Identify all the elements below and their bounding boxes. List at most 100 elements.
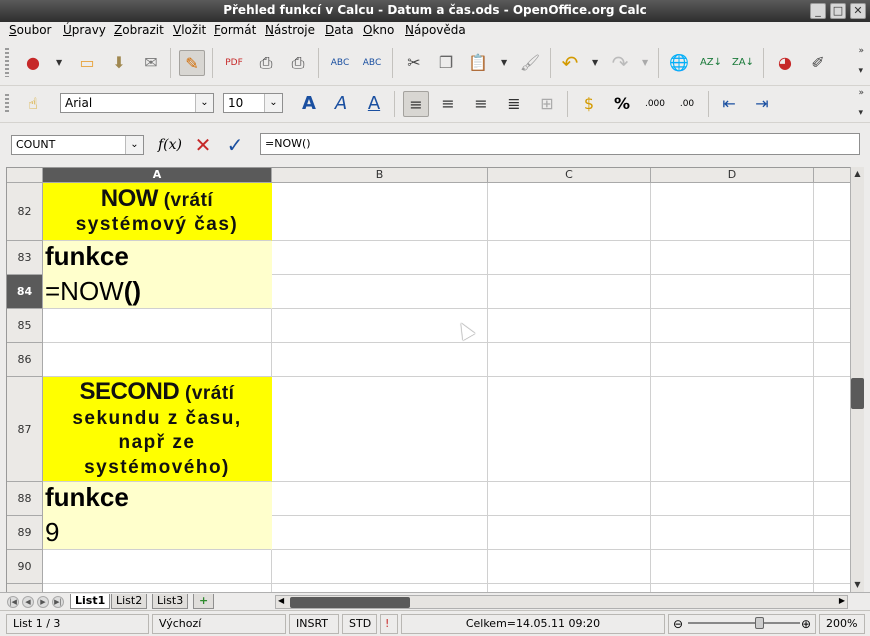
cell-d89[interactable] xyxy=(651,516,814,550)
cell-e82[interactable] xyxy=(814,183,850,241)
row-header-90[interactable]: 90 xyxy=(7,550,43,584)
horizontal-scroll-thumb[interactable] xyxy=(290,597,410,608)
sheet-tab-list2[interactable]: List2 xyxy=(111,594,148,609)
cell-b83[interactable] xyxy=(272,241,488,275)
paste-dropdown-icon[interactable]: ▼ xyxy=(501,58,507,67)
chevron-down-icon[interactable]: ⌄ xyxy=(195,94,213,112)
column-header-e[interactable] xyxy=(814,168,850,183)
menu-upravy[interactable]: Úpravy xyxy=(63,23,106,37)
cell-c85[interactable] xyxy=(488,309,651,343)
sheet-tab-list1[interactable]: List1 xyxy=(70,594,111,609)
cancel-icon[interactable]: ✕ xyxy=(190,132,216,158)
toolbar-overflow-icon[interactable]: » ▾ xyxy=(858,88,864,118)
vertical-scroll-thumb[interactable] xyxy=(851,378,864,409)
menu-nastroje[interactable]: Nástroje xyxy=(265,23,315,37)
row-header-89[interactable]: 89 xyxy=(7,516,43,550)
bold-icon[interactable]: A xyxy=(296,91,322,117)
row-header-82[interactable]: 82 xyxy=(7,183,43,241)
hyperlink-icon[interactable]: 🌐 xyxy=(666,50,692,76)
zoom-level[interactable]: 200% xyxy=(819,614,865,634)
cell-e86[interactable] xyxy=(814,343,850,377)
cell-a90[interactable] xyxy=(43,550,272,584)
cell-e88[interactable] xyxy=(814,482,850,516)
row-header-83[interactable]: 83 xyxy=(7,241,43,275)
cell-a83[interactable]: funkce xyxy=(43,241,272,275)
cell-e91[interactable] xyxy=(814,584,850,592)
menu-vlozit[interactable]: Vložit xyxy=(173,23,206,37)
close-window-button[interactable]: ✕ xyxy=(850,3,866,19)
horizontal-scrollbar[interactable]: ◀ ▶ xyxy=(275,595,848,609)
cell-c82[interactable] xyxy=(488,183,651,241)
redo-dropdown-icon[interactable]: ▼ xyxy=(642,58,648,67)
cell-a84[interactable]: =NOW() xyxy=(43,275,272,309)
zoom-slider-track[interactable] xyxy=(688,622,800,624)
cell-a88[interactable]: funkce xyxy=(43,482,272,516)
insert-mode[interactable]: INSRT xyxy=(289,614,339,634)
decrease-indent-icon[interactable]: ⇤ xyxy=(716,91,742,117)
page-style[interactable]: Výchozí xyxy=(152,614,286,634)
vertical-scrollbar[interactable]: ▲ ▼ xyxy=(850,167,864,592)
maximize-button[interactable]: □ xyxy=(830,3,846,19)
spellcheck-icon[interactable]: ABC xyxy=(327,50,353,76)
cell-d83[interactable] xyxy=(651,241,814,275)
print-preview-icon[interactable]: ⎙ xyxy=(285,50,311,76)
formula-input[interactable]: =NOW() xyxy=(260,133,860,155)
font-size-combo[interactable]: 10 ⌄ xyxy=(223,93,283,113)
undo-dropdown-icon[interactable]: ▼ xyxy=(592,58,598,67)
scroll-up-icon[interactable]: ▲ xyxy=(851,167,864,181)
sort-descending-icon[interactable]: ZA↓ xyxy=(730,50,756,76)
draw-functions-icon[interactable]: ✐ xyxy=(805,50,831,76)
toolbar-grip[interactable] xyxy=(5,48,9,77)
underline-icon[interactable]: A xyxy=(361,91,387,117)
cell-b84[interactable] xyxy=(272,275,488,309)
cell-c88[interactable] xyxy=(488,482,651,516)
row-header-84[interactable]: 84 xyxy=(7,275,43,309)
minimize-button[interactable]: _ xyxy=(810,3,826,19)
menu-format[interactable]: Formát xyxy=(214,23,256,37)
scroll-down-icon[interactable]: ▼ xyxy=(851,578,864,592)
cell-c91[interactable] xyxy=(488,584,651,592)
cell-e85[interactable] xyxy=(814,309,850,343)
menu-soubor[interactable]: Soubor xyxy=(9,23,51,37)
chevron-down-icon[interactable]: ⌄ xyxy=(125,136,143,154)
accept-icon[interactable]: ✓ xyxy=(222,132,248,158)
cut-icon[interactable]: ✂ xyxy=(401,50,427,76)
export-pdf-icon[interactable]: PDF xyxy=(221,50,247,76)
chart-icon[interactable]: ◕ xyxy=(772,50,798,76)
cell-a91[interactable] xyxy=(43,584,272,592)
cell-b82[interactable] xyxy=(272,183,488,241)
sort-ascending-icon[interactable]: AZ↓ xyxy=(698,50,724,76)
selection-mode[interactable]: STD xyxy=(342,614,377,634)
cell-b88[interactable] xyxy=(272,482,488,516)
zoom-slider-knob[interactable] xyxy=(755,617,764,629)
cell-d86[interactable] xyxy=(651,343,814,377)
new-document-icon[interactable]: ● xyxy=(20,50,46,76)
zoom-in-icon[interactable]: ⊕ xyxy=(801,615,811,633)
function-wizard-icon[interactable]: f(x) xyxy=(157,132,183,158)
chevron-down-icon[interactable]: ⌄ xyxy=(264,94,282,112)
cell-b91[interactable] xyxy=(272,584,488,592)
cell-a89[interactable]: 9 xyxy=(43,516,272,550)
name-box[interactable]: COUNT ⌄ xyxy=(11,135,144,155)
font-name-combo[interactable]: Arial ⌄ xyxy=(60,93,214,113)
zoom-out-icon[interactable]: ⊖ xyxy=(673,615,683,633)
row-header-91[interactable] xyxy=(7,584,43,592)
cell-b87[interactable] xyxy=(272,377,488,482)
cell-d91[interactable] xyxy=(651,584,814,592)
cell-a82[interactable]: NOW (vrátí systémový čas) xyxy=(43,183,272,241)
select-all-corner[interactable] xyxy=(7,168,43,183)
cell-b89[interactable] xyxy=(272,516,488,550)
percent-format-icon[interactable]: % xyxy=(609,91,635,117)
open-folder-icon[interactable]: ▭ xyxy=(74,50,100,76)
new-dropdown-icon[interactable]: ▼ xyxy=(56,58,62,67)
cell-a87[interactable]: SECOND (vrátí sekundu z času, např ze sy… xyxy=(43,377,272,482)
italic-icon[interactable]: A xyxy=(328,91,354,117)
menu-zobrazit[interactable]: Zobrazit xyxy=(114,23,164,37)
save-icon[interactable]: ⬇ xyxy=(106,50,132,76)
column-header-a[interactable]: A xyxy=(43,168,272,183)
styles-icon[interactable]: ☝ xyxy=(20,91,46,117)
column-header-d[interactable]: D xyxy=(651,168,814,183)
cell-e84[interactable] xyxy=(814,275,850,309)
align-center-icon[interactable]: ≡ xyxy=(435,91,461,117)
cell-b90[interactable] xyxy=(272,550,488,584)
